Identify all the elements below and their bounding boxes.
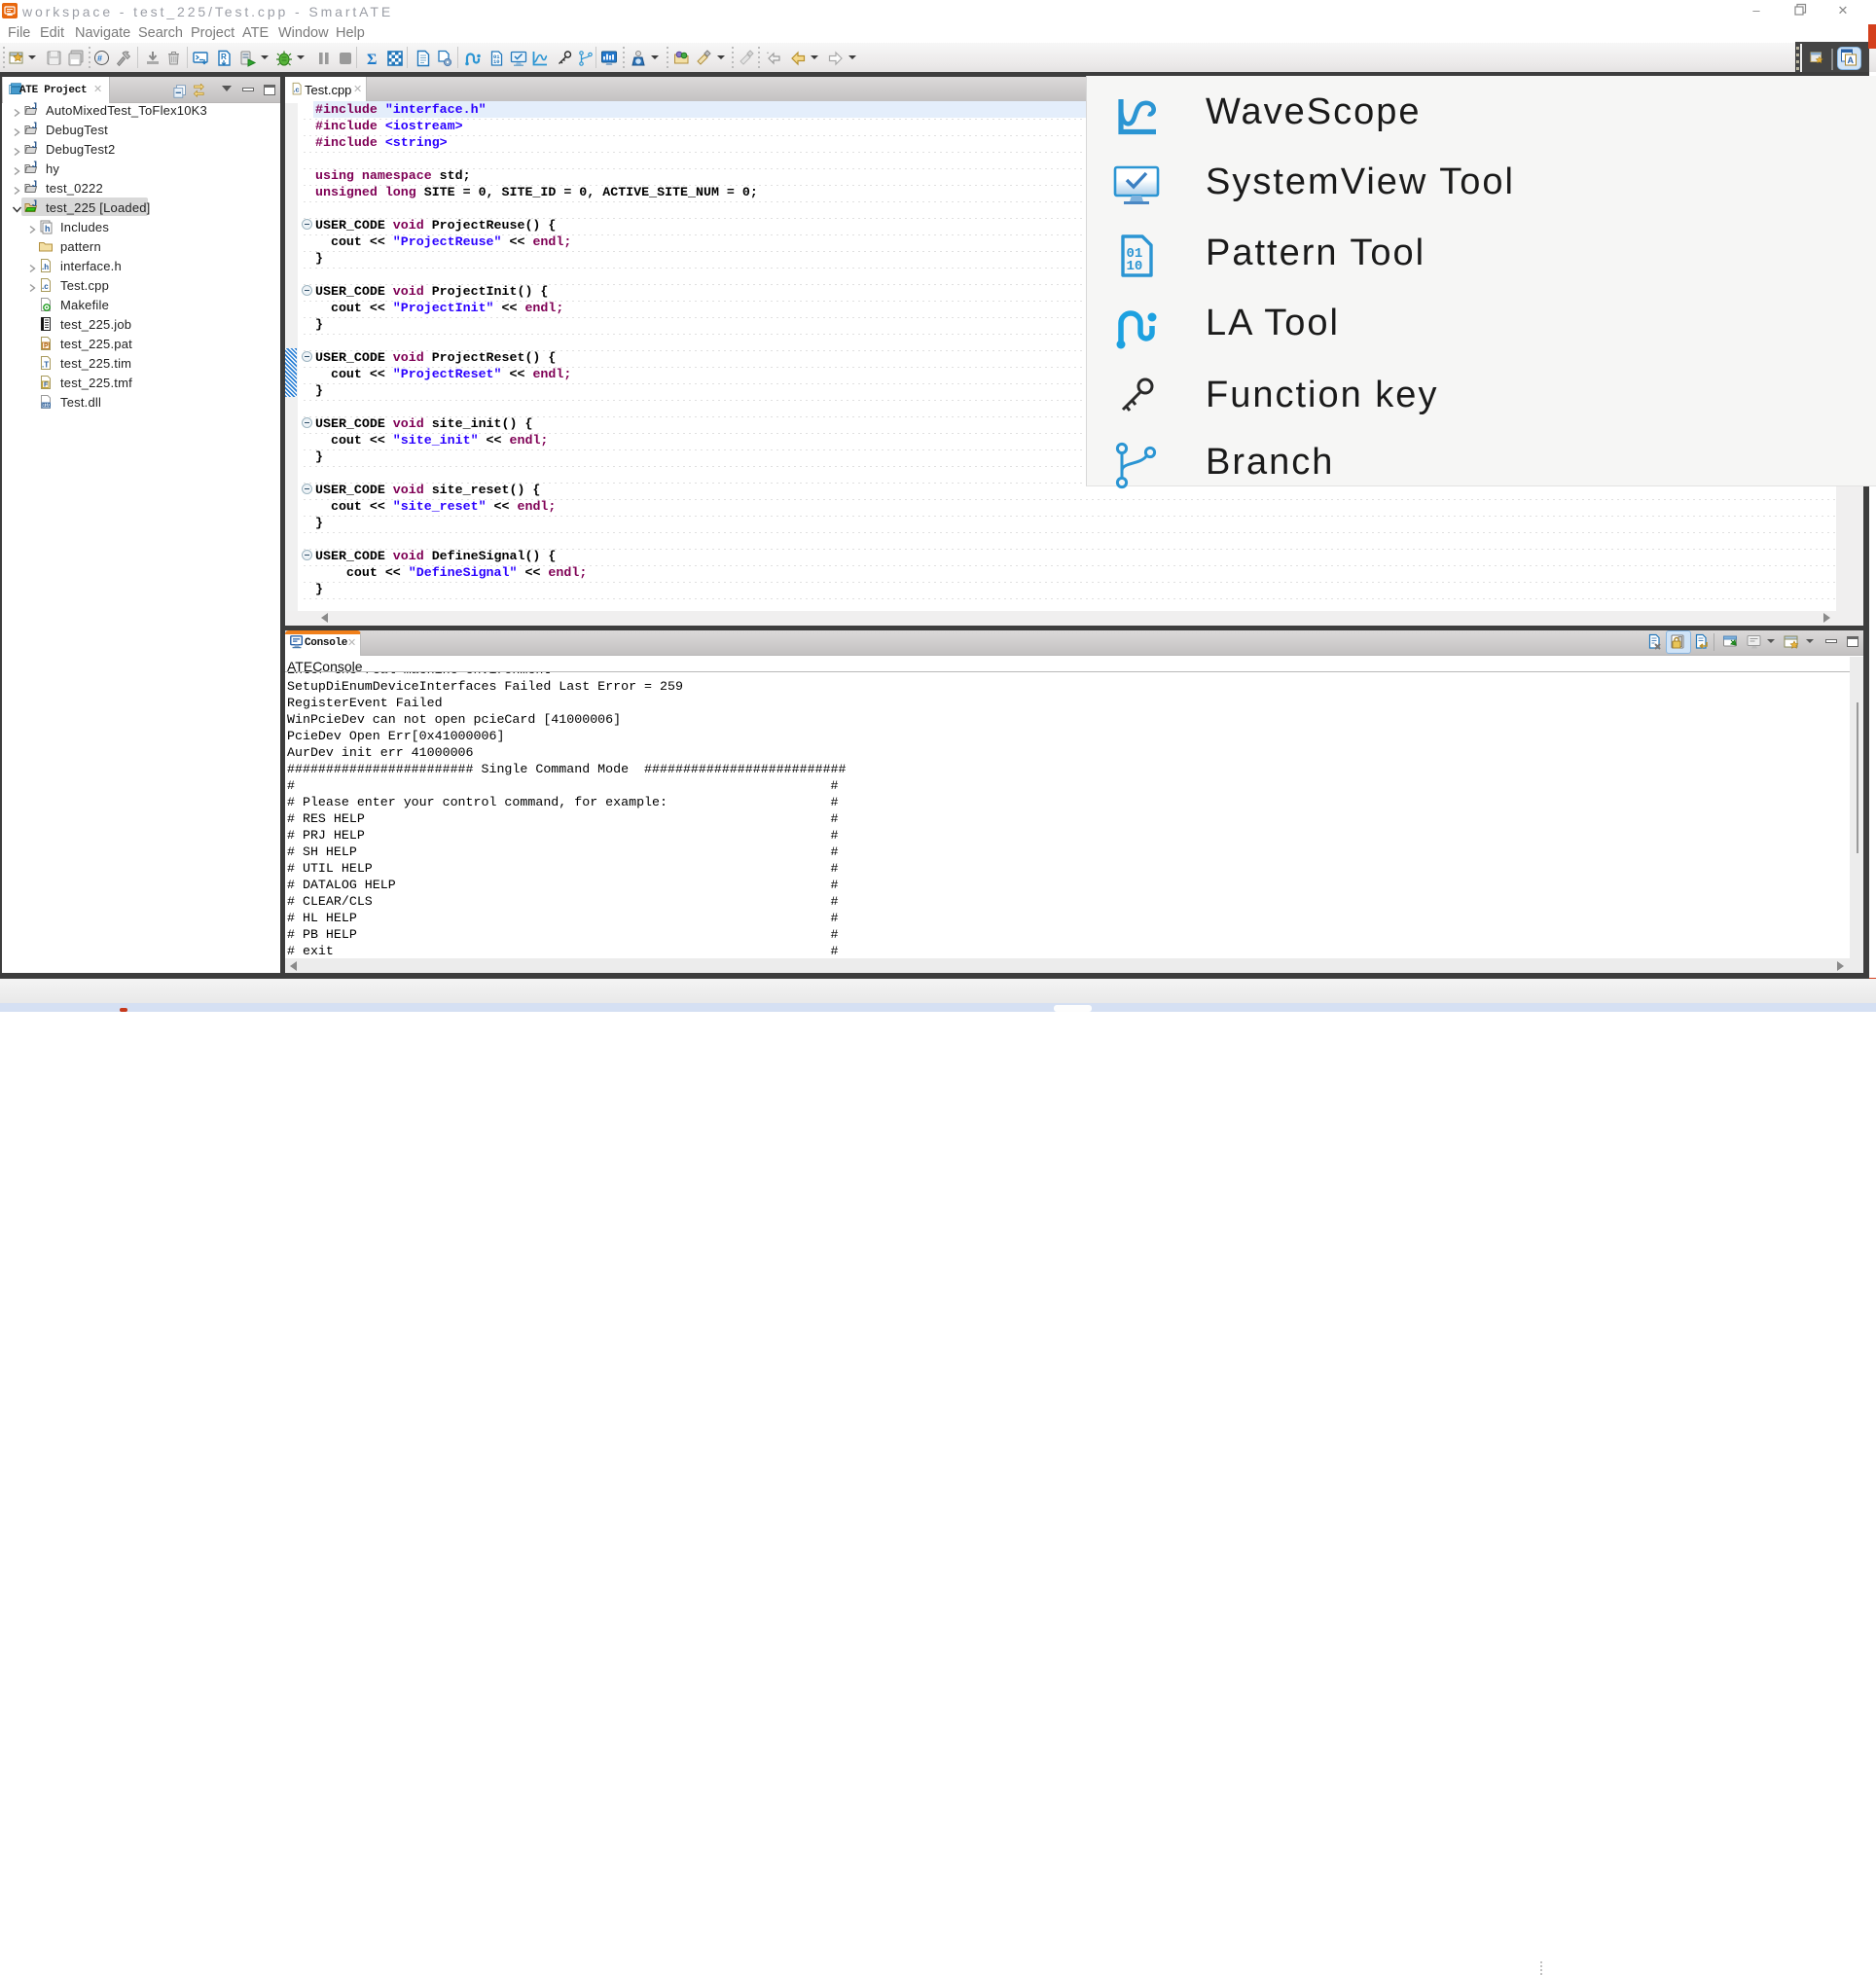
svg-text:P: P [44, 343, 49, 350]
svg-text:J: J [32, 122, 37, 130]
svg-text:10: 10 [493, 58, 500, 65]
svg-text:#: # [97, 54, 102, 63]
svg-text:.h: .h [42, 263, 49, 271]
svg-text:A: A [1848, 55, 1855, 65]
svg-text:F: F [44, 382, 49, 389]
svg-text:J: J [32, 102, 37, 111]
svg-text:h: h [45, 224, 51, 233]
svg-text:010: 010 [43, 403, 52, 409]
svg-text:J: J [32, 161, 37, 169]
svg-text:J: J [32, 199, 37, 208]
svg-text:J: J [32, 180, 37, 189]
svg-text:J: J [32, 141, 37, 150]
svg-text:.c: .c [42, 282, 49, 291]
svg-text:10: 10 [1127, 259, 1143, 274]
svg-text:.c: .c [294, 87, 300, 94]
svg-text:Σ: Σ [367, 52, 377, 67]
svg-text:R: R [221, 53, 227, 61]
svg-text:.T: .T [42, 361, 49, 370]
